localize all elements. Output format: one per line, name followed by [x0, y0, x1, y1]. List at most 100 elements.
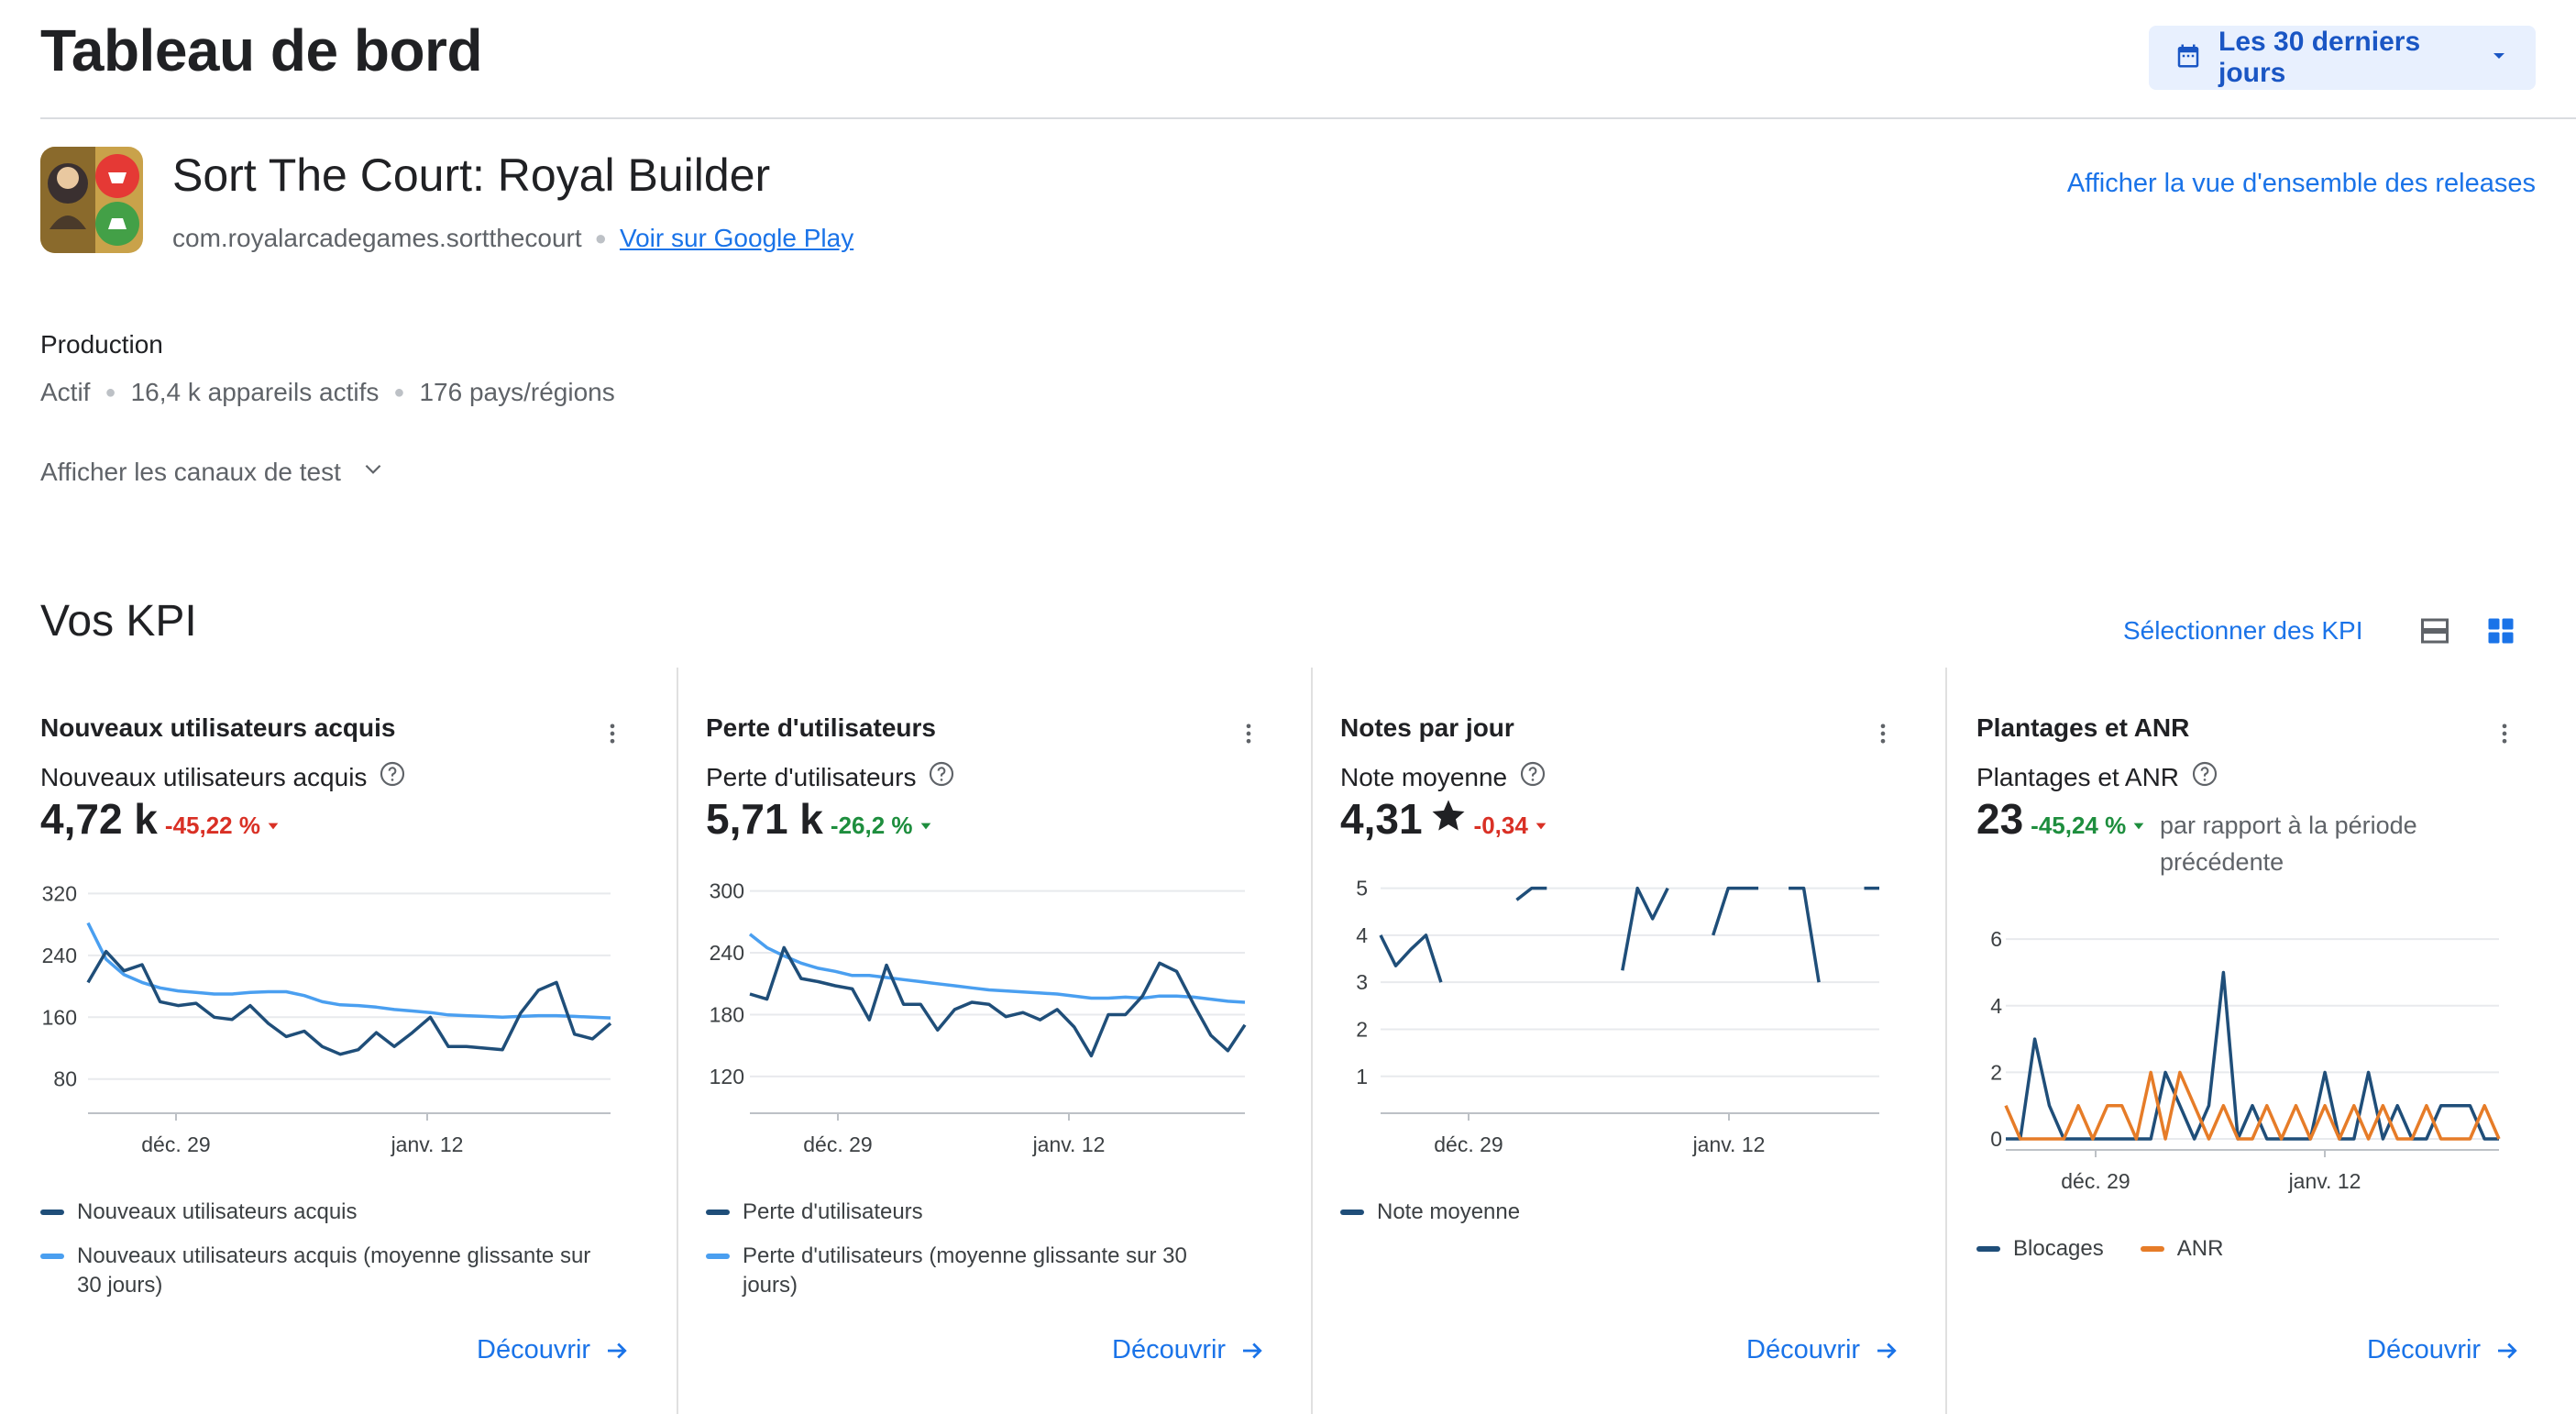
y-tick-label: 120	[710, 1065, 744, 1088]
test-channels-toggle[interactable]: Afficher les canaux de test	[40, 457, 385, 487]
y-tick-label: 6	[1990, 927, 2002, 951]
legend-item: Nouveaux utilisateurs acquis (moyenne gl…	[40, 1242, 609, 1300]
card-title: Notes par jour	[1340, 713, 1514, 742]
discover-link[interactable]: Découvrir	[477, 1335, 631, 1365]
select-kpi-link[interactable]: Sélectionner des KPI	[2123, 616, 2363, 646]
countries-count: 176 pays/régions	[419, 378, 615, 406]
more-vert-icon[interactable]	[600, 715, 625, 757]
legend-swatch	[706, 1210, 730, 1215]
chart-legend: Blocages ANR	[1976, 1234, 2526, 1278]
metric-value-row: 23 -45,24 %	[1976, 794, 2146, 844]
legend-item: Perte d'utilisateurs (moyenne glissante …	[706, 1242, 1219, 1300]
help-icon[interactable]	[2190, 759, 2219, 795]
y-tick-label: 4	[1990, 994, 2002, 1018]
more-vert-icon[interactable]	[2492, 715, 2517, 757]
kpi-card-user-loss: Perte d'utilisateurs Perte d'utilisateur…	[677, 668, 1311, 1414]
x-tick-label: janv. 12	[2288, 1169, 2361, 1193]
trend-down-icon	[920, 823, 930, 829]
chevron-down-icon	[361, 457, 385, 487]
card-metric: Nouveaux utilisateurs acquis	[40, 759, 407, 795]
help-icon[interactable]	[1518, 759, 1547, 795]
metric-name: Note moyenne	[1340, 762, 1508, 791]
metric-delta: -26,2 %	[831, 812, 933, 840]
metric-delta: -45,22 %	[165, 812, 281, 840]
x-tick-label: janv. 12	[391, 1132, 464, 1156]
active-devices: 16,4 k appareils actifs	[130, 378, 380, 406]
metric-name: Nouveaux utilisateurs acquis	[40, 762, 368, 791]
card-title: Plantages et ANR	[1976, 713, 2190, 742]
x-tick-label: janv. 12	[1032, 1132, 1106, 1156]
x-tick-label: déc. 29	[141, 1132, 210, 1156]
test-channels-label: Afficher les canaux de test	[40, 457, 341, 486]
series-line-dark	[749, 945, 1247, 1058]
discover-link[interactable]: Découvrir	[1746, 1335, 1900, 1365]
separator-dot: ●	[105, 381, 116, 403]
date-range-button[interactable]: Les 30 derniers jours	[2149, 26, 2536, 90]
arrow-right-icon	[608, 1342, 627, 1358]
y-tick-label: 320	[42, 881, 77, 905]
app-package: com.royalarcadegames.sortthecourt	[172, 224, 582, 252]
legend-swatch	[706, 1254, 730, 1259]
header-divider	[40, 117, 2576, 119]
legend-swatch	[2140, 1246, 2164, 1252]
chart-legend: Note moyenne	[1340, 1198, 1854, 1242]
chart-new-users: 80 160 240 320 déc. 29 janv. 12	[42, 881, 612, 1156]
google-play-link[interactable]: Voir sur Google Play	[620, 224, 853, 253]
arrow-right-icon	[2498, 1342, 2517, 1358]
release-overview-link[interactable]: Afficher la vue d'ensemble des releases	[2067, 169, 2536, 199]
legend-swatch	[40, 1210, 64, 1215]
y-tick-label: 2	[1990, 1060, 2002, 1084]
series-line-dark	[86, 949, 612, 1056]
arrow-right-icon	[1243, 1342, 1262, 1358]
date-range-label: Les 30 derniers jours	[2218, 27, 2421, 88]
list-view-icon[interactable]	[2418, 614, 2451, 652]
x-tick-label: déc. 29	[803, 1132, 872, 1156]
grid-view-icon[interactable]	[2484, 614, 2517, 652]
legend-item: Perte d'utilisateurs	[706, 1198, 1219, 1227]
card-metric: Note moyenne	[1340, 759, 1547, 795]
more-vert-icon[interactable]	[1236, 715, 1261, 757]
y-tick-label: 240	[42, 944, 77, 967]
kpi-card-new-users: Nouveaux utilisateurs acquis Nouveaux ut…	[0, 668, 677, 1414]
metric-value: 5,71 k	[706, 795, 823, 843]
more-vert-icon[interactable]	[1870, 715, 1896, 757]
chart-crashes-anr: 0 2 4 6 déc. 29 janv. 12	[1990, 927, 2501, 1193]
metric-name: Plantages et ANR	[1976, 762, 2180, 791]
production-status: Actif	[40, 378, 91, 406]
kpi-section-title: Vos KPI	[40, 597, 197, 646]
x-tick-label: déc. 29	[2061, 1169, 2130, 1193]
page-title: Tableau de bord	[40, 17, 483, 83]
help-icon[interactable]	[378, 759, 407, 795]
y-tick-label: 240	[710, 941, 744, 965]
discover-link[interactable]: Découvrir	[1112, 1335, 1266, 1365]
metric-name: Perte d'utilisateurs	[706, 762, 917, 791]
legend-swatch	[40, 1254, 64, 1259]
help-icon[interactable]	[927, 759, 956, 795]
arrow-right-icon	[1877, 1342, 1897, 1358]
discover-link[interactable]: Découvrir	[2367, 1335, 2521, 1365]
card-title: Perte d'utilisateurs	[706, 713, 936, 742]
chart-legend: Nouveaux utilisateurs acquis Nouveaux ut…	[40, 1198, 609, 1315]
y-tick-label: 80	[53, 1067, 77, 1091]
x-tick-label: déc. 29	[1434, 1132, 1503, 1156]
separator-dot: ●	[393, 381, 405, 403]
metric-value-row: 4,31 -0,34	[1340, 794, 1548, 844]
metric-value: 4,31	[1340, 795, 1423, 843]
metric-value-row: 5,71 k -26,2 %	[706, 794, 933, 844]
legend-item: Nouveaux utilisateurs acquis	[40, 1198, 609, 1227]
comparison-text: par rapport à la période précédente	[2160, 812, 2417, 876]
metric-value-row: 4,72 k -45,22 %	[40, 794, 281, 844]
production-title: Production	[40, 330, 163, 359]
app-subline: com.royalarcadegames.sortthecourt ● Voir…	[172, 224, 853, 253]
legend-item: ANR	[2140, 1234, 2223, 1264]
card-metric: Perte d'utilisateurs	[706, 759, 956, 795]
series-line-dark	[2006, 970, 2499, 1141]
metric-delta: -0,34	[1474, 812, 1548, 840]
production-stats: Actif ● 16,4 k appareils actifs ● 176 pa…	[40, 378, 615, 407]
y-tick-label: 0	[1990, 1127, 2002, 1151]
kpi-card-ratings: Notes par jour Note moyenne 4,31 -0,34 1…	[1311, 668, 1945, 1414]
y-tick-label: 3	[1356, 970, 1368, 994]
chart-user-loss: 120 180 240 300 déc. 29 janv. 12	[710, 879, 1247, 1156]
card-metric: Plantages et ANR	[1976, 759, 2219, 795]
y-tick-label: 4	[1356, 923, 1368, 947]
